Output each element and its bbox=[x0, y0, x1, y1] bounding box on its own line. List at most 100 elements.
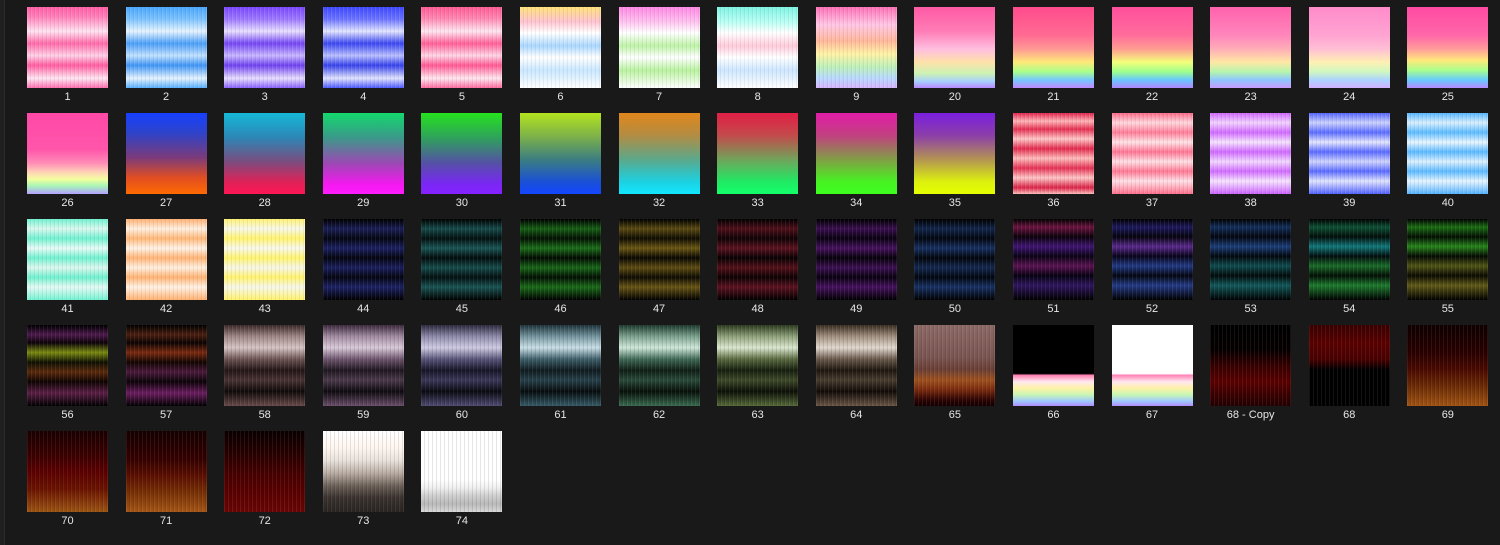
thumbnail bbox=[519, 219, 601, 300]
file-item[interactable]: 45 bbox=[415, 212, 514, 318]
file-label: 45 bbox=[455, 303, 468, 315]
file-item[interactable]: 26 bbox=[21, 106, 120, 212]
file-label: 1 bbox=[64, 91, 71, 103]
file-item[interactable]: 53 bbox=[1204, 212, 1303, 318]
file-item[interactable]: 43 bbox=[218, 212, 317, 318]
file-item[interactable]: 1 bbox=[21, 0, 120, 106]
file-item[interactable]: 39 bbox=[1303, 106, 1402, 212]
file-item[interactable]: 60 bbox=[415, 318, 514, 424]
file-item[interactable]: 52 bbox=[1106, 212, 1205, 318]
thumbnail bbox=[1407, 325, 1489, 406]
file-label: 23 bbox=[1244, 91, 1257, 103]
file-label: 28 bbox=[258, 197, 271, 209]
file-item[interactable]: 24 bbox=[1303, 0, 1402, 106]
file-item[interactable]: 49 bbox=[810, 212, 909, 318]
file-item[interactable]: 30 bbox=[415, 106, 514, 212]
file-item[interactable]: 59 bbox=[317, 318, 416, 424]
file-item[interactable]: 28 bbox=[218, 106, 317, 212]
file-item[interactable]: 38 bbox=[1204, 106, 1303, 212]
texture-overlay bbox=[322, 7, 404, 88]
file-item[interactable]: 69 bbox=[1401, 318, 1500, 424]
file-item[interactable]: 56 bbox=[21, 318, 120, 424]
file-item[interactable]: 9 bbox=[810, 0, 909, 106]
file-item[interactable]: 58 bbox=[218, 318, 317, 424]
file-label: 59 bbox=[357, 409, 370, 421]
thumbnail bbox=[1210, 219, 1292, 300]
file-label: 44 bbox=[357, 303, 370, 315]
thumbnail bbox=[125, 219, 207, 300]
file-item[interactable]: 70 bbox=[21, 424, 120, 530]
file-label: 70 bbox=[61, 515, 74, 527]
file-label: 62 bbox=[652, 409, 666, 421]
file-item[interactable]: 64 bbox=[810, 318, 909, 424]
file-item[interactable]: 2 bbox=[120, 0, 219, 106]
texture-overlay bbox=[421, 7, 503, 88]
file-item[interactable]: 33 bbox=[711, 106, 810, 212]
file-item[interactable]: 20 bbox=[908, 0, 1007, 106]
thumbnail bbox=[224, 325, 306, 406]
file-item[interactable]: 61 bbox=[514, 318, 613, 424]
file-label: 73 bbox=[357, 515, 370, 527]
file-item[interactable]: 40 bbox=[1401, 106, 1500, 212]
file-item[interactable]: 41 bbox=[21, 212, 120, 318]
file-item[interactable]: 8 bbox=[711, 0, 810, 106]
file-item[interactable]: 68 - Copy bbox=[1204, 318, 1303, 424]
file-item[interactable]: 63 bbox=[711, 318, 810, 424]
file-label: 24 bbox=[1343, 91, 1356, 103]
file-item[interactable]: 66 bbox=[1007, 318, 1106, 424]
file-item[interactable]: 51 bbox=[1007, 212, 1106, 318]
file-item[interactable]: 71 bbox=[120, 424, 219, 530]
file-item[interactable]: 4 bbox=[317, 0, 416, 106]
thumbnail bbox=[618, 325, 700, 406]
file-item[interactable]: 22 bbox=[1106, 0, 1205, 106]
file-item[interactable]: 25 bbox=[1401, 0, 1500, 106]
file-item[interactable]: 47 bbox=[613, 212, 712, 318]
file-item[interactable]: 67 bbox=[1106, 318, 1205, 424]
texture-overlay bbox=[717, 325, 799, 406]
file-item[interactable]: 62 bbox=[613, 318, 712, 424]
file-item[interactable]: 37 bbox=[1106, 106, 1205, 212]
file-item[interactable]: 3 bbox=[218, 0, 317, 106]
file-label: 65 bbox=[948, 409, 961, 421]
file-item[interactable]: 65 bbox=[908, 318, 1007, 424]
file-item[interactable]: 57 bbox=[120, 318, 219, 424]
file-label: 50 bbox=[948, 303, 961, 315]
file-item[interactable]: 73 bbox=[317, 424, 416, 530]
file-label: 6 bbox=[557, 91, 564, 103]
texture-overlay bbox=[1012, 113, 1094, 194]
file-item[interactable]: 46 bbox=[514, 212, 613, 318]
file-item[interactable]: 6 bbox=[514, 0, 613, 106]
thumbnail bbox=[1111, 113, 1193, 194]
texture-overlay bbox=[27, 325, 108, 406]
file-item[interactable]: 68 bbox=[1303, 318, 1402, 424]
file-item[interactable]: 42 bbox=[120, 212, 219, 318]
file-item[interactable]: 36 bbox=[1007, 106, 1106, 212]
file-item[interactable]: 55 bbox=[1401, 212, 1500, 318]
file-item[interactable]: 74 bbox=[415, 424, 514, 530]
thumbnail bbox=[618, 7, 700, 88]
file-item[interactable]: 48 bbox=[711, 212, 810, 318]
texture-overlay bbox=[1407, 325, 1489, 406]
thumbnail-grid: 1 2 3 4 5 6 7 8 9 20 21 22 23 24 25 26 27 28 29 30 31 32 33 34 3… bbox=[21, 0, 1500, 530]
thumbnail bbox=[27, 219, 108, 300]
file-item[interactable]: 27 bbox=[120, 106, 219, 212]
file-item[interactable]: 54 bbox=[1303, 212, 1402, 318]
file-item[interactable]: 29 bbox=[317, 106, 416, 212]
thumbnail bbox=[1012, 219, 1094, 300]
file-item[interactable]: 31 bbox=[514, 106, 613, 212]
file-item[interactable]: 35 bbox=[908, 106, 1007, 212]
file-label: 4 bbox=[360, 91, 367, 103]
file-item[interactable]: 5 bbox=[415, 0, 514, 106]
texture-overlay bbox=[618, 219, 700, 300]
file-item[interactable]: 7 bbox=[613, 0, 712, 106]
file-item[interactable]: 32 bbox=[613, 106, 712, 212]
file-item[interactable]: 44 bbox=[317, 212, 416, 318]
texture-overlay bbox=[224, 325, 306, 406]
file-item[interactable]: 21 bbox=[1007, 0, 1106, 106]
file-item[interactable]: 72 bbox=[218, 424, 317, 530]
left-divider[interactable] bbox=[0, 0, 5, 545]
file-item[interactable]: 34 bbox=[810, 106, 909, 212]
thumbnail bbox=[1111, 325, 1193, 406]
file-item[interactable]: 50 bbox=[908, 212, 1007, 318]
file-item[interactable]: 23 bbox=[1204, 0, 1303, 106]
